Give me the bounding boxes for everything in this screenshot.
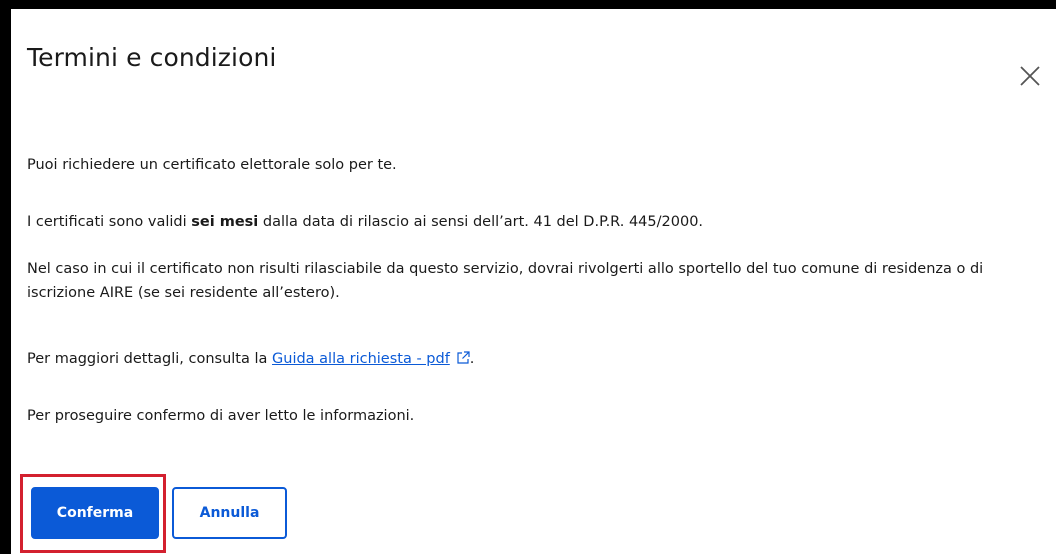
confirm-button[interactable]: Conferma	[31, 487, 159, 539]
info-paragraph-2: I certificati sono validi sei mesi dalla…	[27, 210, 1037, 234]
info-paragraph-4: Per maggiori dettagli, consulta la Guida…	[27, 347, 1037, 371]
close-icon	[1020, 66, 1040, 86]
validity-period: sei mesi	[191, 214, 259, 230]
info-paragraph-3: Nel caso in cui il certificato non risul…	[27, 261, 984, 301]
info-paragraph-2-end: dalla data di rilascio ai sensi dell’art…	[258, 214, 704, 230]
info-paragraph-1: Puoi richiedere un certificato elettoral…	[27, 157, 397, 173]
guide-pdf-link[interactable]: Guida alla richiesta - pdf	[272, 351, 470, 367]
close-button[interactable]	[1017, 63, 1043, 89]
external-link-icon	[457, 351, 470, 364]
guide-pdf-link-label: Guida alla richiesta - pdf	[272, 351, 450, 367]
info-paragraph-5: Per proseguire confermo di aver letto le…	[27, 408, 415, 424]
info-paragraph-4-end: .	[469, 351, 475, 367]
terms-dialog: Termini e condizioni Puoi richiedere un …	[11, 9, 1056, 554]
dialog-title: Termini e condizioni	[27, 43, 277, 72]
info-paragraph-4-start: Per maggiori dettagli, consulta la	[27, 351, 273, 367]
info-paragraph-2-start: I certificati sono validi	[27, 214, 192, 230]
cancel-button[interactable]: Annulla	[172, 487, 287, 539]
